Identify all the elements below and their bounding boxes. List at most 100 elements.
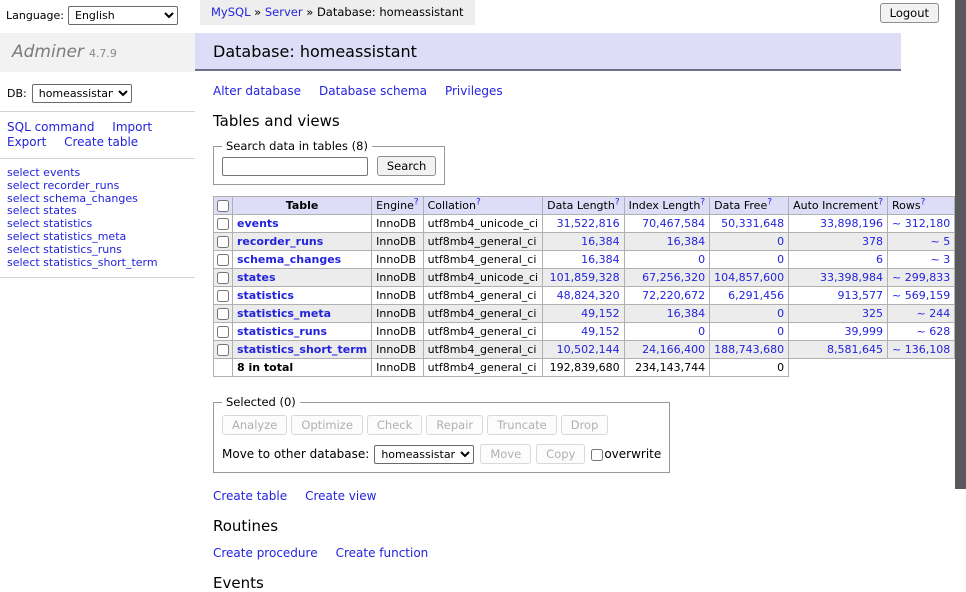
row-checkbox-cell [214,269,233,287]
table-name-cell: statistics [233,287,372,305]
main-content: MySQL » Server » Database: homeassistant… [195,0,955,543]
db-select[interactable]: homeassistant [32,84,132,103]
auto-increment-cell: 8,581,645 [789,341,888,359]
truncate-button: Truncate [487,415,557,435]
column-header-engine: Engine? [372,197,423,215]
row-checkbox-events[interactable] [217,218,229,230]
sidebar-item-select-events[interactable]: select events [7,167,195,180]
sidebar-item-select-recorder-runs[interactable]: select recorder_runs [7,180,195,193]
table-name-cell: statistics_runs [233,323,372,341]
search-input[interactable] [222,157,368,176]
table-link-events[interactable]: events [237,217,279,230]
total-collation-cell: utf8mb4_general_ci [423,359,542,377]
index-length-cell: 0 [624,251,710,269]
search-button[interactable]: Search [377,156,437,176]
selected-fieldset: Selected (0) AnalyzeOptimizeCheckRepairT… [213,395,670,473]
db-label: DB: [7,87,27,100]
create-table-link[interactable]: Create table [213,489,287,503]
index-length-cell: 24,166,400 [624,341,710,359]
table-link-statistics[interactable]: statistics [237,289,294,302]
database-nav-links: Alter database Database schema Privileges [213,84,955,98]
sidebar-action-create-table[interactable]: Create table [64,135,138,149]
table-name-cell: statistics_meta [233,305,372,323]
row-checkbox-schema-changes[interactable] [217,254,229,266]
row-checkbox-recorder-runs[interactable] [217,236,229,248]
analyze-button: Analyze [222,415,287,435]
table-footer-links: Create table Create view [213,489,955,503]
scrollbar-thumb[interactable] [955,0,966,489]
table-link-statistics-runs[interactable]: statistics_runs [237,325,327,338]
table-row: eventsInnoDButf8mb4_unicode_ci31,522,816… [214,215,966,233]
adminer-version: 4.7.9 [89,47,117,60]
table-header-row: TableEngine?Collation?Data Length?Index … [214,197,966,215]
row-checkbox-statistics-runs[interactable] [217,326,229,338]
table-link-statistics-short-term[interactable]: statistics_short_term [237,343,367,356]
move-database-select[interactable]: homeassistant [374,445,474,464]
data-length-cell: 16,384 [543,251,624,269]
row-checkbox-statistics[interactable] [217,290,229,302]
nav-link-database-schema[interactable]: Database schema [319,84,427,98]
breadcrumb-link-mysql[interactable]: MySQL [211,5,251,19]
sidebar-item-select-statistics-meta[interactable]: select statistics_meta [7,231,195,244]
sidebar-item-select-statistics-short-term[interactable]: select statistics_short_term [7,257,195,270]
table-link-statistics-meta[interactable]: statistics_meta [237,307,331,320]
logout-button[interactable]: Logout [880,3,939,23]
page-title: Database: homeassistant [195,33,901,71]
routines-heading: Routines [213,517,955,535]
row-checkbox-states[interactable] [217,272,229,284]
data-length-cell: 49,152 [543,323,624,341]
help-link-rows[interactable]: ? [921,197,926,207]
breadcrumb-link-server[interactable]: Server [265,5,303,19]
row-checkbox-statistics-short-term[interactable] [217,344,229,356]
index-length-cell: 72,220,672 [624,287,710,305]
help-link-data-length[interactable]: ? [615,197,620,207]
engine-cell: InnoDB [372,305,423,323]
total-index-length-cell: 234,143,744 [624,359,710,377]
data-free-cell: 50,331,648 [710,215,789,233]
column-header-data-free: Data Free? [710,197,789,215]
overwrite-checkbox[interactable] [591,449,603,461]
sidebar-action-sql-command[interactable]: SQL command [7,120,94,134]
create-view-link[interactable]: Create view [305,489,376,503]
table-link-schema-changes[interactable]: schema_changes [237,253,341,266]
sidebar-item-select-statistics-runs[interactable]: select statistics_runs [7,244,195,257]
row-checkbox-cell [214,287,233,305]
help-link-index-length[interactable]: ? [700,197,705,207]
engine-cell: InnoDB [372,269,423,287]
help-link-engine[interactable]: ? [414,197,419,207]
sidebar-divider [0,158,195,159]
sidebar-divider [0,277,195,278]
create-procedure-link[interactable]: Create procedure [213,546,318,560]
search-legend: Search data in tables (8) [222,139,372,153]
row-checkbox-statistics-meta[interactable] [217,308,229,320]
select-all-checkbox[interactable] [217,200,229,212]
logo-band: Adminer4.7.9 [0,33,195,72]
row-checkbox-cell [214,341,233,359]
language-label: Language: [6,9,64,22]
auto-increment-cell: 378 [789,233,888,251]
total-checkbox-cell [214,359,233,377]
repair-button: Repair [426,415,483,435]
table-link-recorder-runs[interactable]: recorder_runs [237,235,323,248]
language-select[interactable]: English [68,6,178,25]
data-length-cell: 49,152 [543,305,624,323]
data-length-cell: 16,384 [543,233,624,251]
nav-link-alter-database[interactable]: Alter database [213,84,301,98]
sidebar-action-import[interactable]: Import [112,120,152,134]
selected-buttons-row: AnalyzeOptimizeCheckRepairTruncateDrop [222,412,661,435]
index-length-cell: 70,467,584 [624,215,710,233]
drop-button: Drop [561,415,609,435]
help-link-collation[interactable]: ? [476,197,481,207]
table-row: statesInnoDButf8mb4_unicode_ci101,859,32… [214,269,966,287]
data-free-cell: 0 [710,233,789,251]
sidebar-action-export[interactable]: Export [7,135,46,149]
create-function-link[interactable]: Create function [336,546,429,560]
nav-link-privileges[interactable]: Privileges [445,84,503,98]
help-link-auto-increment[interactable]: ? [878,197,883,207]
rows-cell: ~ 244 [888,305,955,323]
auto-increment-cell: 913,577 [789,287,888,305]
tables-table: TableEngine?Collation?Data Length?Index … [213,196,966,377]
rows-cell: ~ 136,108 [888,341,955,359]
table-link-states[interactable]: states [237,271,276,284]
help-link-data-free[interactable]: ? [767,197,772,207]
